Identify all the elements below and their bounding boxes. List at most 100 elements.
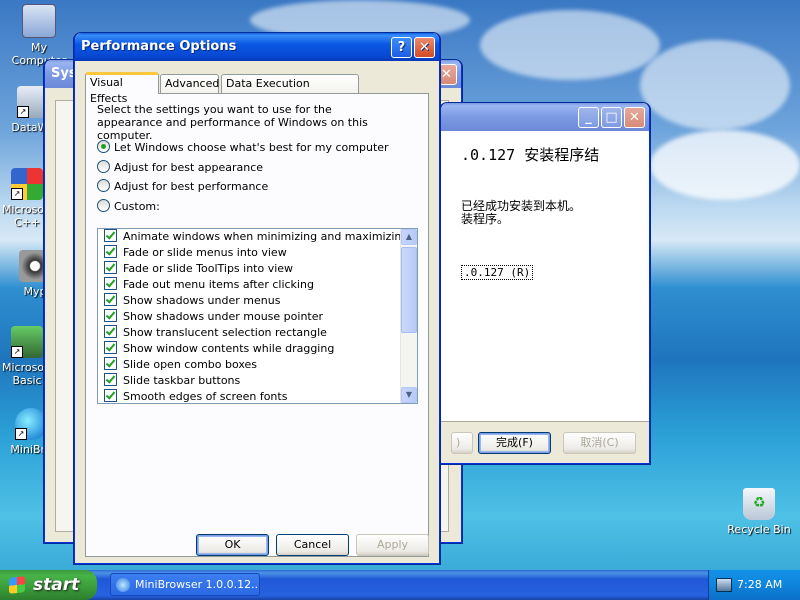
desktop-icon-label: Recycle Bin	[727, 523, 791, 536]
checkbox[interactable]	[104, 309, 117, 322]
close-button[interactable]: ✕	[414, 37, 435, 58]
scroll-down-button[interactable]: ▼	[401, 387, 417, 403]
cancel-button[interactable]: Cancel	[276, 534, 349, 556]
performance-options-dialog[interactable]: Performance Options ? ✕ Visual Effects A…	[74, 33, 440, 564]
checkbox[interactable]	[104, 357, 117, 370]
list-item[interactable]: Slide taskbar buttons	[98, 373, 400, 389]
back-button[interactable]: )	[451, 432, 473, 454]
list-item[interactable]: Animate windows when minimizing and maxi…	[98, 229, 408, 245]
installer-divider	[441, 421, 649, 422]
checkbox[interactable]	[104, 229, 117, 242]
checkbox[interactable]	[104, 389, 117, 402]
installer-heading: .0.127 安装程序结	[461, 146, 600, 164]
list-item[interactable]: Show window contents while dragging	[98, 341, 400, 357]
shortcut-arrow-icon: ↗	[11, 346, 23, 358]
desktop-icon-my-computer[interactable]: My Computer	[2, 4, 76, 67]
network-icon[interactable]	[716, 578, 732, 592]
windows-logo-icon	[9, 576, 25, 594]
item-label: Fade out menu items after clicking	[123, 278, 314, 291]
cloud	[650, 130, 800, 200]
start-button[interactable]: start	[0, 570, 97, 600]
item-label: Show shadows under mouse pointer	[123, 310, 324, 323]
cloud	[480, 10, 660, 80]
installer-icon	[116, 578, 130, 592]
installer-titlebar[interactable]: _ □ ✕	[441, 103, 649, 131]
checkbox[interactable]	[104, 277, 117, 290]
cancel-button[interactable]: 取消(C)	[563, 432, 636, 454]
installer-message: 装程序。	[461, 212, 510, 226]
radio-best-performance[interactable]: Adjust for best performance	[97, 179, 268, 195]
tab-visual-effects[interactable]: Visual Effects	[85, 72, 159, 105]
item-label: Smooth edges of screen fonts	[123, 390, 288, 403]
performance-options-titlebar[interactable]: Performance Options ? ✕	[75, 33, 439, 61]
finish-button[interactable]: 完成(F)	[478, 432, 551, 454]
shortcut-arrow-icon: ↗	[11, 188, 23, 200]
list-item[interactable]: Show shadows under mouse pointer	[98, 309, 400, 325]
list-item[interactable]: Show translucent selection rectangle	[98, 325, 400, 341]
radio-indicator	[97, 199, 110, 212]
item-label: Fade or slide ToolTips into view	[123, 262, 294, 275]
list-item[interactable]: Smooth edges of screen fonts	[98, 389, 400, 403]
checkbox[interactable]	[104, 293, 117, 306]
visual-basic-icon: ↗	[11, 326, 43, 358]
taskbar-item-label: MiniBrowser 1.0.0.12...	[135, 578, 260, 591]
desktop-icon-recycle-bin[interactable]: ♻ Recycle Bin	[722, 488, 796, 536]
close-button[interactable]: ✕	[624, 107, 645, 128]
clock[interactable]: 7:28 AM	[737, 578, 782, 591]
vertical-scrollbar[interactable]: ▲ ▼	[400, 229, 417, 403]
checkbox[interactable]	[104, 261, 117, 274]
item-label: Show window contents while dragging	[123, 342, 335, 355]
taskbar-item-minibrowser[interactable]: MiniBrowser 1.0.0.12...	[110, 573, 260, 596]
radio-indicator	[97, 140, 110, 153]
computer-icon	[22, 4, 56, 38]
tab-data-execution-prevention[interactable]: Data Execution Prevention	[221, 74, 359, 108]
visual-effects-panel: Select the settings you want to use for …	[85, 93, 429, 557]
system-tray: 7:28 AM	[708, 570, 800, 600]
item-label: Show translucent selection rectangle	[123, 326, 327, 339]
item-label: Slide taskbar buttons	[123, 374, 241, 387]
scroll-thumb[interactable]	[401, 247, 417, 333]
radio-custom[interactable]: Custom:	[97, 199, 160, 215]
list-item[interactable]: Fade out menu items after clicking	[98, 277, 400, 293]
installer-checkbox-label[interactable]: .0.127 (R)	[461, 265, 534, 280]
tab-advanced[interactable]: Advanced	[160, 74, 219, 93]
item-label: Show shadows under menus	[123, 294, 281, 307]
radio-label: Custom:	[114, 200, 160, 213]
apply-button[interactable]: Apply	[356, 534, 429, 556]
item-label: Fade or slide menus into view	[123, 246, 287, 259]
radio-indicator	[97, 160, 110, 173]
list-item[interactable]: Fade or slide ToolTips into view	[98, 261, 400, 277]
shortcut-arrow-icon: ↗	[15, 428, 27, 440]
list-item[interactable]: Slide open combo boxes	[98, 357, 400, 373]
help-button[interactable]: ?	[391, 37, 412, 58]
list-item[interactable]: Fade or slide menus into view	[98, 245, 400, 261]
radio-indicator	[97, 179, 110, 192]
cloud	[640, 40, 790, 130]
dialog-title: Performance Options	[81, 39, 237, 54]
shortcut-arrow-icon: ↗	[17, 106, 29, 118]
visual-cpp-icon: ↗	[11, 168, 43, 200]
start-label: start	[33, 575, 80, 595]
radio-label: Adjust for best performance	[114, 180, 269, 193]
minimize-button[interactable]: _	[578, 107, 599, 128]
window-title: Sys	[51, 66, 77, 81]
list-item[interactable]: Show shadows under menus	[98, 293, 400, 309]
item-label: Slide open combo boxes	[123, 358, 258, 371]
recycle-bin-icon: ♻	[743, 488, 775, 520]
panel-description: Select the settings you want to use for …	[97, 103, 368, 142]
scroll-up-button[interactable]: ▲	[401, 229, 417, 245]
ok-button[interactable]: OK	[196, 534, 269, 556]
item-label: Animate windows when minimizing and maxi…	[123, 230, 409, 243]
installer-window[interactable]: _ □ ✕ .0.127 安装程序结 已经成功安装到本机。 装程序。 .0.12…	[440, 103, 650, 464]
taskbar: start MiniBrowser 1.0.0.12... 7:28 AM	[0, 570, 800, 600]
checkbox[interactable]	[104, 245, 117, 258]
checkbox[interactable]	[104, 373, 117, 386]
maximize-button[interactable]: □	[601, 107, 622, 128]
checkbox[interactable]	[104, 325, 117, 338]
browser-icon: ↗	[15, 408, 47, 440]
checkbox[interactable]	[104, 341, 117, 354]
radio-best-appearance[interactable]: Adjust for best appearance	[97, 160, 263, 176]
visual-effects-list[interactable]: Animate windows when minimizing and maxi…	[97, 228, 418, 404]
radio-let-windows-choose[interactable]: Let Windows choose what's best for my co…	[97, 140, 389, 156]
radio-label: Adjust for best appearance	[114, 161, 264, 174]
